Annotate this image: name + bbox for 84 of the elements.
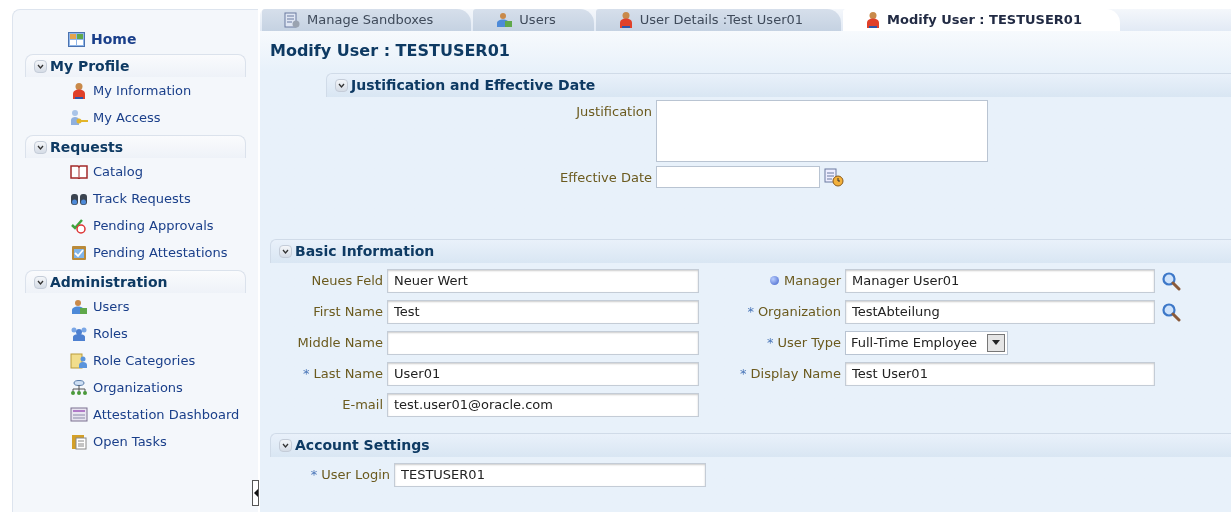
chevron-icon	[281, 441, 290, 450]
text-field[interactable]: Manager User01	[845, 268, 1155, 293]
field-label: Organization	[757, 302, 841, 321]
field-label: Middle Name	[297, 333, 383, 352]
collapse-toggle[interactable]	[335, 79, 348, 92]
user-type-dropdown[interactable]: Full-Time Employee	[845, 330, 1009, 355]
users-icon	[495, 12, 514, 28]
caret-icon	[992, 340, 1001, 345]
nav-link[interactable]: Pending Attestations	[93, 242, 228, 263]
home-grid-icon	[68, 31, 85, 47]
field-label: User Login	[321, 465, 390, 484]
chevron-icon	[337, 81, 346, 90]
person-icon	[617, 11, 634, 29]
nav-link[interactable]: Attestation Dashboard	[93, 404, 240, 425]
date-field[interactable]	[656, 166, 820, 188]
required-asterisk: *	[740, 364, 747, 383]
required-asterisk: *	[310, 465, 318, 484]
nav-link[interactable]: Catalog	[93, 161, 143, 182]
field-label: Manager	[784, 271, 841, 290]
clipboard-icon	[71, 433, 87, 450]
group-icon	[70, 325, 88, 342]
dashboard-icon	[70, 407, 88, 422]
binoculars-icon	[70, 191, 88, 206]
required-asterisk: *	[747, 302, 754, 321]
field-label: Justification	[576, 103, 652, 121]
collapse-toggle[interactable]	[279, 245, 292, 258]
book-icon	[70, 164, 88, 179]
section-title: Justification and Effective Date	[351, 76, 596, 95]
tab[interactable]: Modify User : TESTUSER01	[843, 9, 1120, 31]
page-title: Modify User : TESTUSER01	[270, 40, 511, 62]
field-label: Neues Feld	[311, 271, 383, 290]
collapse-toggle[interactable]	[279, 439, 292, 452]
calendar-icon[interactable]	[824, 167, 844, 187]
tab[interactable]: Users	[473, 9, 594, 31]
folder-people-icon	[70, 352, 88, 369]
required-asterisk: *	[766, 333, 774, 352]
text-field[interactable]: test.user01@oracle.com	[387, 392, 699, 417]
collapse-toggle[interactable]	[34, 140, 47, 154]
home-link[interactable]: Home	[91, 28, 137, 50]
field-label: Display Name	[750, 364, 841, 383]
section-title: Basic Information	[295, 242, 435, 261]
text-field[interactable]: TestAbteilung	[845, 299, 1155, 324]
users-icon	[70, 298, 88, 315]
search-icon[interactable]	[1161, 301, 1181, 322]
field-label: Last Name	[313, 364, 383, 383]
document-gear-icon	[284, 11, 301, 29]
chevron-icon	[281, 247, 290, 256]
check-clock-icon	[71, 217, 87, 234]
field-label: First Name	[313, 302, 383, 321]
person-icon	[865, 11, 881, 29]
collapse-toggle[interactable]	[34, 275, 47, 289]
search-icon[interactable]	[1161, 270, 1181, 291]
text-field[interactable]	[387, 330, 699, 355]
field-label: User Type	[777, 333, 841, 352]
collapse-handle[interactable]	[252, 480, 259, 506]
justification-field[interactable]	[656, 100, 988, 162]
text-field[interactable]: User01	[387, 361, 699, 386]
field-label: Effective Date	[560, 169, 652, 187]
section-title: My Profile	[50, 56, 130, 76]
nav-link[interactable]: Users	[93, 296, 130, 317]
user-key-icon	[70, 109, 88, 126]
nav-link[interactable]: Open Tasks	[93, 431, 167, 452]
field-label: E-mail	[342, 395, 383, 414]
required-asterisk: *	[302, 364, 310, 383]
tab[interactable]: User Details :Test User01	[595, 9, 841, 31]
section-title: Account Settings	[295, 436, 430, 455]
tab[interactable]: Manage Sandboxes	[262, 9, 472, 31]
text-field[interactable]: Test	[387, 299, 699, 324]
nav-link[interactable]: Roles	[93, 323, 128, 344]
nav-link[interactable]: Pending Approvals	[93, 215, 214, 236]
text-field[interactable]: Test User01	[845, 361, 1155, 386]
text-field[interactable]: Neuer Wert	[387, 268, 699, 293]
text-field[interactable]: TESTUSER01	[394, 462, 706, 487]
hierarchy-icon	[70, 379, 88, 396]
nav-link[interactable]: My Information	[93, 80, 192, 101]
nav-link[interactable]: Role Categories	[93, 350, 196, 371]
section-title: Administration	[50, 272, 168, 292]
nav-link[interactable]: Organizations	[93, 377, 183, 398]
nav-link[interactable]: Track Requests	[93, 188, 191, 209]
person-icon	[71, 81, 87, 100]
clipboard-check-icon	[71, 244, 87, 261]
nav-link[interactable]: My Access	[93, 107, 161, 128]
section-title: Requests	[50, 137, 124, 157]
collapse-toggle[interactable]	[34, 59, 47, 73]
